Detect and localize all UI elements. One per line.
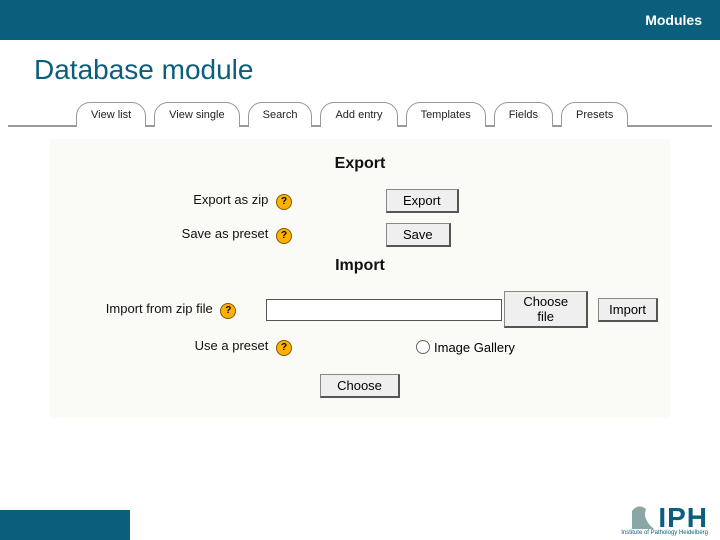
radio-icon xyxy=(416,340,430,354)
help-icon[interactable]: ? xyxy=(276,340,292,356)
preset-option-label: Image Gallery xyxy=(434,340,515,355)
export-heading: Export xyxy=(62,155,658,173)
page-title: Database module xyxy=(0,40,720,100)
row-use-preset: Use a preset ? Image Gallery xyxy=(62,338,658,356)
save-preset-label: Save as preset xyxy=(182,226,269,241)
header-section-label: Modules xyxy=(645,12,702,28)
import-button[interactable]: Import xyxy=(598,298,658,322)
file-input[interactable] xyxy=(266,299,502,321)
content-panel: Export Export as zip ? Export Save as pr… xyxy=(50,139,670,418)
tab-search[interactable]: Search xyxy=(248,102,313,127)
header-bar: Modules xyxy=(0,0,720,40)
export-button[interactable]: Export xyxy=(386,189,459,213)
tab-templates[interactable]: Templates xyxy=(406,102,486,127)
help-icon[interactable]: ? xyxy=(220,303,236,319)
save-button[interactable]: Save xyxy=(386,223,451,247)
row-save-preset: Save as preset ? Save xyxy=(62,223,658,247)
use-preset-label: Use a preset xyxy=(195,338,269,353)
footer: IPH Institute of Pathology Heidelberg xyxy=(0,496,720,540)
import-heading: Import xyxy=(62,257,658,275)
export-zip-label: Export as zip xyxy=(193,192,268,207)
tab-add-entry[interactable]: Add entry xyxy=(320,102,397,127)
tabs-container: View list View single Search Add entry T… xyxy=(8,100,712,127)
tab-presets[interactable]: Presets xyxy=(561,102,628,127)
tab-view-single[interactable]: View single xyxy=(154,102,239,127)
choose-file-button[interactable]: Choose file xyxy=(504,291,588,328)
logo-icon xyxy=(632,499,654,534)
tab-fields[interactable]: Fields xyxy=(494,102,553,127)
logo: IPH Institute of Pathology Heidelberg xyxy=(632,499,708,534)
row-export-zip: Export as zip ? Export xyxy=(62,189,658,213)
choose-button[interactable]: Choose xyxy=(320,374,400,398)
import-zip-label: Import from zip file xyxy=(106,301,213,316)
help-icon[interactable]: ? xyxy=(276,228,292,244)
footer-accent xyxy=(0,510,130,540)
logo-subtext: Institute of Pathology Heidelberg xyxy=(621,530,708,536)
row-import-zip: Import from zip file ? Choose file Impor… xyxy=(62,291,658,328)
help-icon[interactable]: ? xyxy=(276,194,292,210)
preset-radio-option[interactable]: Image Gallery xyxy=(386,340,515,355)
tab-view-list[interactable]: View list xyxy=(76,102,146,127)
